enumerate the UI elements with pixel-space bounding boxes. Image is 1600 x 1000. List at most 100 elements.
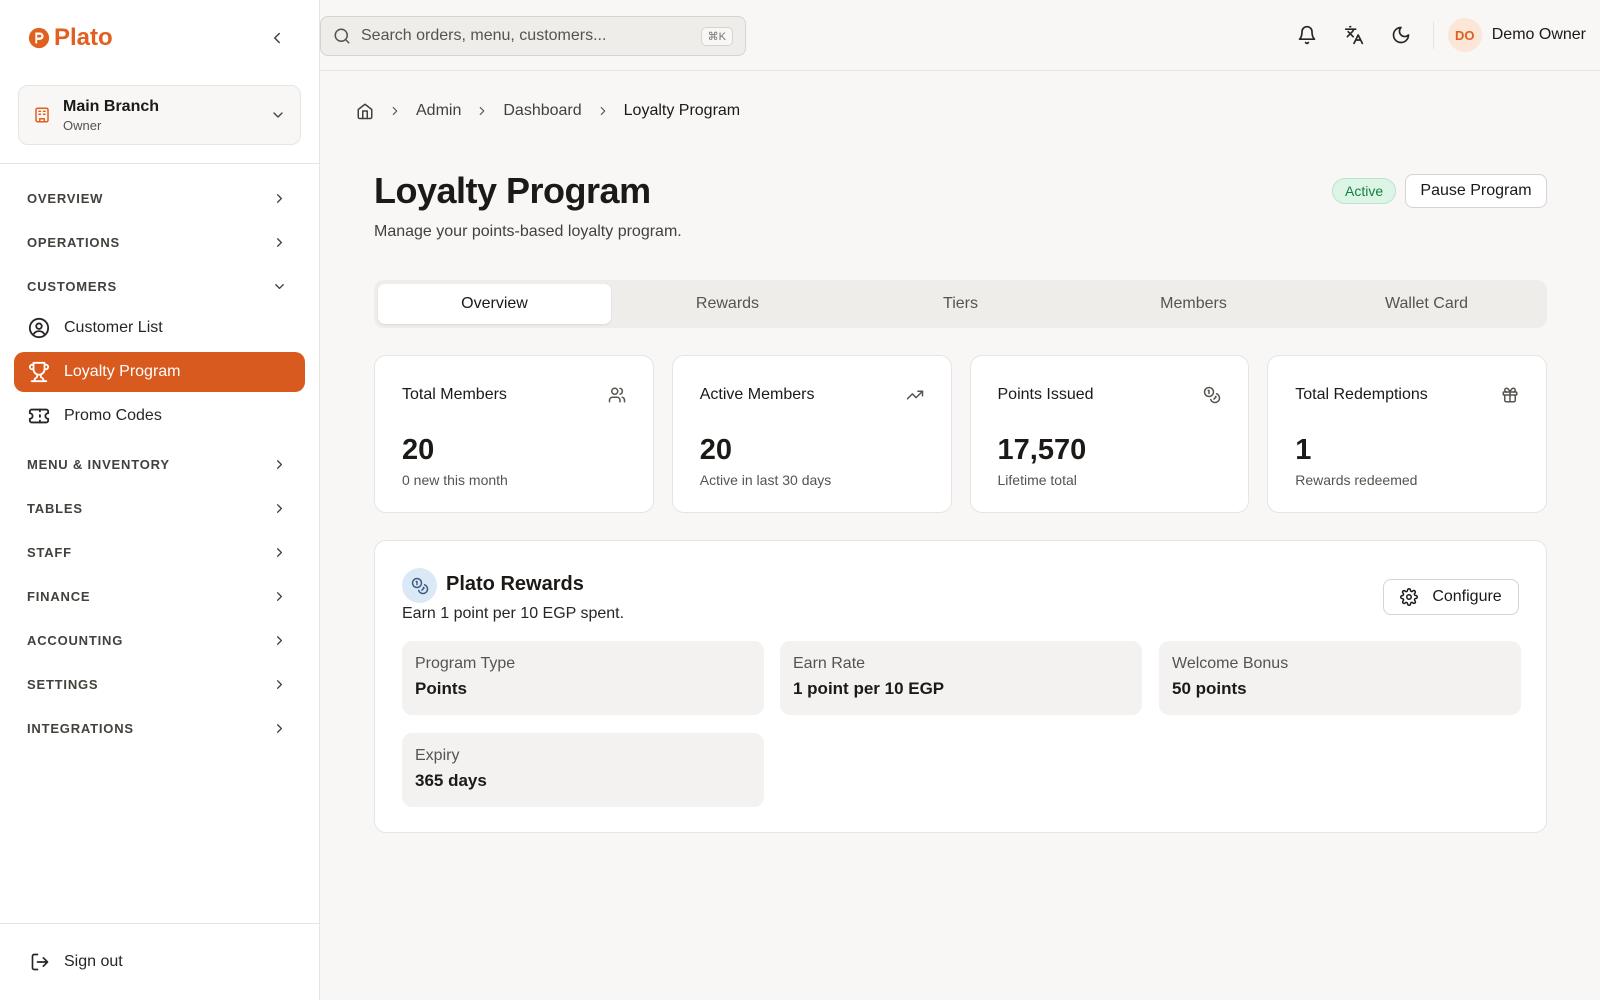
- nav-group-label: MENU & INVENTORY: [27, 456, 170, 472]
- stat-note: Active in last 30 days: [699, 472, 832, 488]
- chevron-right-icon: [277, 547, 282, 557]
- detail-value: 365 days: [415, 771, 487, 790]
- detail-label: Expiry: [415, 747, 460, 764]
- user-name: Demo Owner: [1491, 26, 1586, 43]
- home-icon[interactable]: [356, 102, 374, 120]
- chevron-right-icon: [480, 106, 485, 116]
- nav-group-label: OPERATIONS: [27, 234, 120, 250]
- nav-group-finance[interactable]: FINANCE: [0, 574, 319, 618]
- detail-program-type: Program Type Points: [402, 641, 764, 715]
- nav-group-customers[interactable]: CUSTOMERS: [0, 264, 319, 308]
- nav-group-staff[interactable]: STAFF: [0, 530, 319, 574]
- trophy-icon: [28, 361, 50, 383]
- user-menu[interactable]: DO Demo Owner: [1447, 18, 1600, 52]
- breadcrumb-dashboard[interactable]: Dashboard: [503, 102, 581, 120]
- sidebar-item-label: Loyalty Program: [64, 363, 181, 380]
- page-title: Loyalty Program: [374, 170, 651, 211]
- sidebar-item-promo-codes[interactable]: Promo Codes: [14, 396, 305, 436]
- main-content: Admin Dashboard Loyalty Program Loyalty …: [340, 71, 1600, 1000]
- logo-row: Plato: [0, 0, 319, 76]
- chevron-right-icon: [277, 723, 282, 733]
- pause-program-button[interactable]: Pause Program: [1405, 174, 1547, 208]
- logout-icon: [31, 953, 49, 971]
- stat-label: Total Members: [402, 386, 507, 403]
- branch-role: Owner: [63, 117, 102, 133]
- sign-out-label: Sign out: [64, 953, 123, 970]
- branch-info: Main Branch Owner: [63, 98, 258, 133]
- search-shortcut-badge: ⌘K: [700, 26, 733, 46]
- sidebar-item-loyalty-program[interactable]: Loyalty Program: [14, 352, 305, 392]
- coins-icon: [411, 577, 428, 594]
- notifications-button[interactable]: [1284, 15, 1331, 55]
- nav-group-overview[interactable]: OVERVIEW: [0, 176, 319, 220]
- tab-wallet-card[interactable]: Wallet Card: [1310, 284, 1543, 324]
- configure-label: Configure: [1432, 588, 1502, 605]
- stat-label: Active Members: [699, 386, 815, 403]
- topbar: ⌘K DO Demo Owner: [320, 0, 1600, 71]
- sign-out-button[interactable]: Sign out: [0, 923, 319, 1000]
- detail-expiry: Expiry 365 days: [402, 733, 764, 807]
- nav-group-integrations[interactable]: INTEGRATIONS: [0, 706, 319, 750]
- tab-rewards[interactable]: Rewards: [611, 284, 844, 324]
- language-button[interactable]: [1331, 15, 1378, 55]
- search-box[interactable]: ⌘K: [320, 16, 746, 56]
- plato-logo-icon: [28, 27, 50, 49]
- page-subtitle: Manage your points-based loyalty program…: [374, 223, 682, 240]
- tab-tiers[interactable]: Tiers: [844, 284, 1077, 324]
- configure-button[interactable]: Configure: [1383, 579, 1519, 615]
- nav-group-settings[interactable]: SETTINGS: [0, 662, 319, 706]
- nav-group-accounting[interactable]: ACCOUNTING: [0, 618, 319, 662]
- stat-card-total-redemptions: Total Redemptions 1 Rewards redeemed: [1267, 355, 1547, 513]
- program-name: Plato Rewards: [446, 573, 584, 595]
- sidebar-item-label: Promo Codes: [64, 407, 162, 424]
- app-name: Plato: [54, 24, 113, 51]
- stats-row: Total Members 20 0 new this month Active…: [374, 355, 1547, 513]
- tab-overview[interactable]: Overview: [378, 284, 611, 324]
- ticket-icon: [28, 408, 50, 424]
- chevron-down-icon: [273, 112, 283, 118]
- nav-group-label: OVERVIEW: [27, 190, 104, 206]
- nav-group-tables[interactable]: TABLES: [0, 486, 319, 530]
- topbar-actions: DO Demo Owner: [1284, 0, 1600, 70]
- user-circle-icon: [28, 317, 50, 339]
- sidebar: Plato Main Branch Owner OVERVIEW OPERATI…: [0, 0, 320, 1000]
- stat-label: Points Issued: [997, 386, 1094, 403]
- topbar-divider: [1432, 21, 1434, 49]
- sidebar-nav: OVERVIEW OPERATIONS CUSTOMERS Customer L…: [0, 164, 319, 750]
- detail-label: Welcome Bonus: [1172, 655, 1289, 672]
- users-icon: [608, 387, 626, 403]
- program-card: Plato Rewards Earn 1 point per 10 EGP sp…: [374, 540, 1547, 833]
- nav-group-label: STAFF: [27, 544, 72, 560]
- nav-group-label: SETTINGS: [27, 676, 99, 692]
- detail-label: Earn Rate: [793, 655, 866, 672]
- search-icon: [334, 28, 350, 44]
- collapse-sidebar-button[interactable]: [265, 26, 289, 50]
- detail-earn-rate: Earn Rate 1 point per 10 EGP: [780, 641, 1142, 715]
- stat-card-active-members: Active Members 20 Active in last 30 days: [671, 355, 952, 513]
- sidebar-item-label: Customer List: [64, 319, 163, 336]
- nav-group-operations[interactable]: OPERATIONS: [0, 220, 319, 264]
- sidebar-item-customer-list[interactable]: Customer List: [14, 308, 305, 348]
- search-input[interactable]: [361, 27, 691, 45]
- detail-welcome-bonus: Welcome Bonus 50 points: [1159, 641, 1521, 715]
- chevron-left-icon: [274, 32, 280, 44]
- nav-group-label: FINANCE: [27, 588, 91, 604]
- gear-icon: [1400, 588, 1419, 606]
- breadcrumb-admin[interactable]: Admin: [416, 102, 461, 120]
- chevron-right-icon: [277, 193, 282, 203]
- chevron-down-icon: [275, 283, 284, 289]
- theme-toggle-button[interactable]: [1378, 15, 1425, 55]
- stat-label: Total Redemptions: [1295, 386, 1428, 403]
- detail-value: 1 point per 10 EGP: [793, 679, 945, 698]
- tab-members[interactable]: Members: [1077, 284, 1310, 324]
- chevron-right-icon: [277, 635, 282, 645]
- nav-group-label: CUSTOMERS: [27, 278, 118, 294]
- nav-group-label: TABLES: [27, 500, 83, 516]
- detail-label: Program Type: [415, 655, 516, 672]
- stat-note: Rewards redeemed: [1295, 472, 1418, 488]
- app-logo[interactable]: Plato: [28, 24, 113, 52]
- branch-selector[interactable]: Main Branch Owner: [18, 85, 301, 145]
- nav-group-menu-inventory[interactable]: MENU & INVENTORY: [0, 442, 319, 486]
- chevron-right-icon: [600, 106, 605, 116]
- coins-icon: [1204, 386, 1221, 404]
